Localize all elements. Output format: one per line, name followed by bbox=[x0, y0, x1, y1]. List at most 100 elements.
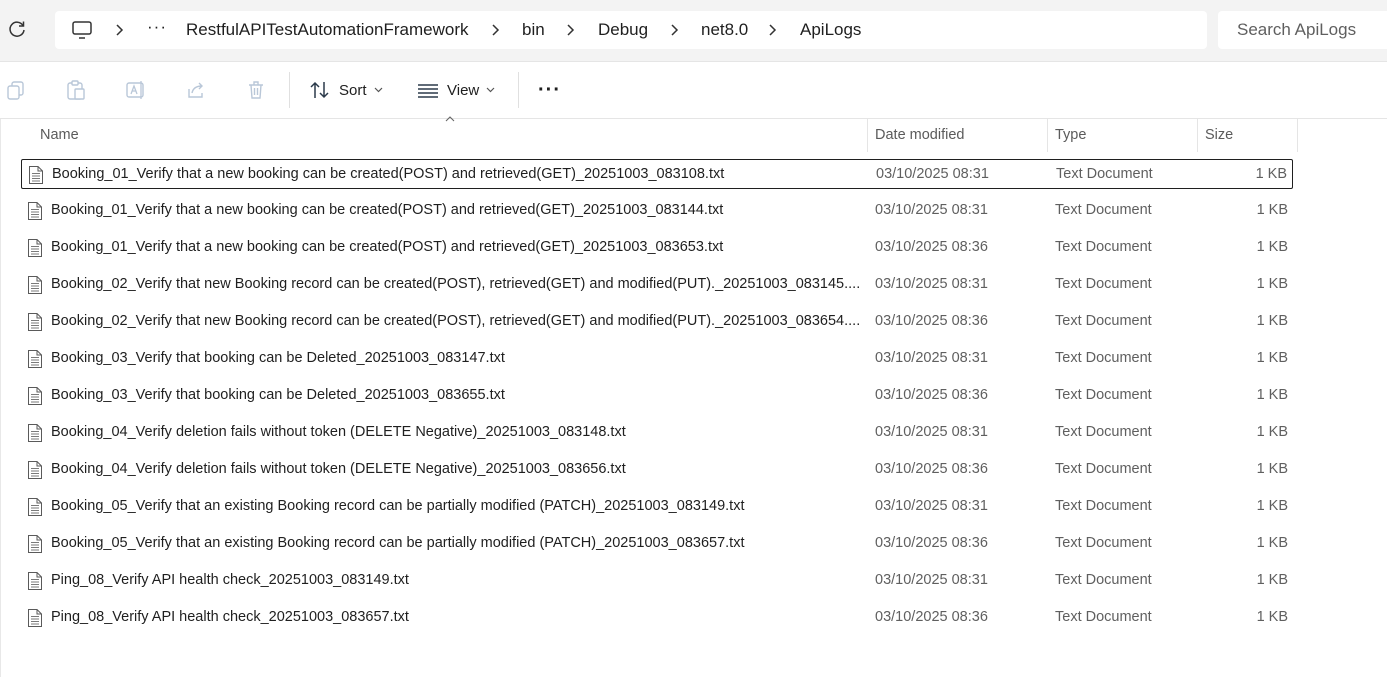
file-type: Text Document bbox=[1056, 166, 1153, 182]
file-name: Booking_01_Verify that a new booking can… bbox=[51, 202, 724, 218]
text-file-icon bbox=[27, 498, 43, 516]
file-size: 1 KB bbox=[1256, 313, 1288, 329]
column-divider[interactable] bbox=[1297, 119, 1298, 152]
search-input[interactable]: Search ApiLogs bbox=[1237, 20, 1356, 40]
chevron-right-icon[interactable] bbox=[489, 21, 503, 39]
file-size: 1 KB bbox=[1256, 535, 1288, 551]
view-icon bbox=[418, 84, 438, 98]
column-header-size[interactable]: Size bbox=[1205, 127, 1233, 143]
file-row[interactable]: Booking_05_Verify that an existing Booki… bbox=[21, 529, 1293, 559]
file-name: Booking_02_Verify that new Booking recor… bbox=[51, 313, 861, 329]
file-name: Booking_04_Verify deletion fails without… bbox=[51, 424, 626, 440]
text-file-icon bbox=[27, 424, 43, 442]
breadcrumb-item[interactable]: Debug bbox=[598, 20, 648, 40]
column-header-date[interactable]: Date modified bbox=[875, 127, 964, 143]
file-name: Booking_04_Verify deletion fails without… bbox=[51, 461, 626, 477]
file-date-modified: 03/10/2025 08:31 bbox=[875, 498, 988, 514]
paste-icon[interactable] bbox=[65, 79, 87, 101]
column-divider[interactable] bbox=[1047, 119, 1048, 152]
file-row[interactable]: Booking_01_Verify that a new booking can… bbox=[21, 233, 1293, 263]
file-type: Text Document bbox=[1055, 535, 1152, 551]
text-file-icon bbox=[27, 202, 43, 220]
file-date-modified: 03/10/2025 08:36 bbox=[875, 313, 988, 329]
file-size: 1 KB bbox=[1256, 239, 1288, 255]
file-type: Text Document bbox=[1055, 387, 1152, 403]
file-date-modified: 03/10/2025 08:36 bbox=[875, 461, 988, 477]
chevron-right-icon[interactable] bbox=[668, 21, 682, 39]
breadcrumb-item[interactable]: RestfulAPITestAutomationFramework bbox=[186, 20, 469, 40]
column-header-name[interactable]: Name bbox=[40, 127, 79, 143]
search-box[interactable]: Search ApiLogs bbox=[1218, 11, 1387, 49]
breadcrumb-item[interactable]: net8.0 bbox=[701, 20, 748, 40]
view-button[interactable]: View bbox=[417, 72, 495, 108]
file-size: 1 KB bbox=[1256, 461, 1288, 477]
file-date-modified: 03/10/2025 08:36 bbox=[875, 609, 988, 625]
copy-icon[interactable] bbox=[5, 79, 27, 101]
address-bar[interactable]: ··· RestfulAPITestAutomationFramework bi… bbox=[55, 11, 1207, 49]
file-type: Text Document bbox=[1055, 572, 1152, 588]
text-file-icon bbox=[27, 461, 43, 479]
monitor-icon[interactable] bbox=[71, 19, 93, 41]
file-size: 1 KB bbox=[1256, 387, 1288, 403]
text-file-icon bbox=[27, 313, 43, 331]
file-date-modified: 03/10/2025 08:31 bbox=[875, 572, 988, 588]
chevron-right-icon[interactable] bbox=[564, 21, 578, 39]
file-date-modified: 03/10/2025 08:31 bbox=[875, 350, 988, 366]
more-options-button[interactable]: ··· bbox=[538, 72, 561, 108]
file-date-modified: 03/10/2025 08:31 bbox=[876, 166, 989, 182]
file-type: Text Document bbox=[1055, 461, 1152, 477]
breadcrumb-item[interactable]: bin bbox=[522, 20, 545, 40]
file-size: 1 KB bbox=[1256, 202, 1288, 218]
file-name: Booking_03_Verify that booking can be De… bbox=[51, 387, 505, 403]
breadcrumb-current[interactable]: ApiLogs bbox=[800, 20, 861, 40]
share-icon[interactable] bbox=[185, 79, 207, 101]
file-row[interactable]: Booking_05_Verify that an existing Booki… bbox=[21, 492, 1293, 522]
text-file-icon bbox=[27, 350, 43, 368]
text-file-icon bbox=[27, 572, 43, 590]
file-date-modified: 03/10/2025 08:31 bbox=[875, 202, 988, 218]
chevron-right-icon[interactable] bbox=[766, 21, 780, 39]
file-row[interactable]: Booking_04_Verify deletion fails without… bbox=[21, 418, 1293, 448]
chevron-down-icon bbox=[486, 87, 495, 93]
column-divider[interactable] bbox=[867, 119, 868, 152]
file-size: 1 KB bbox=[1256, 424, 1288, 440]
file-type: Text Document bbox=[1055, 202, 1152, 218]
refresh-icon[interactable] bbox=[6, 19, 28, 41]
file-row[interactable]: Ping_08_Verify API health check_20251003… bbox=[21, 566, 1293, 596]
rename-icon[interactable] bbox=[125, 79, 147, 101]
breadcrumb-overflow[interactable]: ··· bbox=[147, 17, 167, 37]
chevron-right-icon[interactable] bbox=[113, 21, 127, 39]
file-row[interactable]: Ping_08_Verify API health check_20251003… bbox=[21, 603, 1293, 633]
file-row[interactable]: Booking_01_Verify that a new booking can… bbox=[21, 196, 1293, 226]
file-type: Text Document bbox=[1055, 498, 1152, 514]
text-file-icon bbox=[27, 239, 43, 257]
toolbar-separator bbox=[289, 72, 290, 108]
file-row[interactable]: Booking_03_Verify that booking can be De… bbox=[21, 381, 1293, 411]
delete-icon[interactable] bbox=[245, 79, 267, 101]
file-name: Booking_05_Verify that an existing Booki… bbox=[51, 535, 745, 551]
file-row[interactable]: Booking_02_Verify that new Booking recor… bbox=[21, 307, 1293, 337]
text-file-icon bbox=[27, 535, 43, 553]
view-label: View bbox=[447, 81, 480, 99]
file-date-modified: 03/10/2025 08:31 bbox=[875, 276, 988, 292]
file-row[interactable]: Booking_04_Verify deletion fails without… bbox=[21, 455, 1293, 485]
text-file-icon bbox=[27, 276, 43, 294]
column-divider[interactable] bbox=[1197, 119, 1198, 152]
file-size: 1 KB bbox=[1256, 609, 1288, 625]
file-type: Text Document bbox=[1055, 609, 1152, 625]
file-name: Ping_08_Verify API health check_20251003… bbox=[51, 609, 409, 625]
file-row[interactable]: Booking_03_Verify that booking can be De… bbox=[21, 344, 1293, 374]
file-row[interactable]: Booking_01_Verify that a new booking can… bbox=[21, 159, 1293, 189]
sort-button[interactable]: Sort bbox=[309, 72, 383, 108]
column-header-type[interactable]: Type bbox=[1055, 127, 1086, 143]
file-name: Booking_05_Verify that an existing Booki… bbox=[51, 498, 745, 514]
file-size: 1 KB bbox=[1256, 498, 1288, 514]
file-row[interactable]: Booking_02_Verify that new Booking recor… bbox=[21, 270, 1293, 300]
file-name: Booking_01_Verify that a new booking can… bbox=[52, 166, 725, 182]
file-type: Text Document bbox=[1055, 239, 1152, 255]
file-name: Ping_08_Verify API health check_20251003… bbox=[51, 572, 409, 588]
text-file-icon bbox=[28, 166, 44, 184]
file-size: 1 KB bbox=[1256, 572, 1288, 588]
sort-icon bbox=[310, 81, 329, 99]
file-name: Booking_03_Verify that booking can be De… bbox=[51, 350, 505, 366]
